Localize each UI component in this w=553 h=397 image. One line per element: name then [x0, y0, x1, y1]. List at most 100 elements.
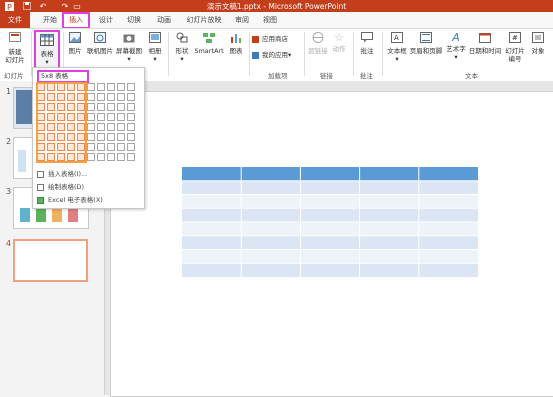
grid-cell[interactable] [127, 153, 135, 161]
table-header-row[interactable] [182, 167, 478, 181]
grid-cell[interactable] [87, 83, 95, 91]
grid-cell[interactable] [127, 113, 135, 121]
table-row[interactable] [182, 194, 478, 209]
table-row[interactable] [182, 222, 478, 236]
grid-cell[interactable] [87, 153, 95, 161]
grid-cell[interactable] [117, 93, 125, 101]
grid-cell[interactable] [117, 83, 125, 91]
table-button[interactable]: 表格 ▾ [34, 30, 60, 69]
grid-cell[interactable] [117, 133, 125, 141]
tab-insert[interactable]: 插入 [62, 12, 90, 29]
table-row[interactable] [182, 180, 478, 195]
slide-number-button[interactable]: # 幻灯片 编号 [503, 32, 527, 63]
tab-file[interactable]: 文件 [0, 12, 30, 28]
picture-icon [66, 32, 84, 45]
grid-cell[interactable] [97, 113, 105, 121]
grid-cell[interactable] [97, 123, 105, 131]
grid-cell[interactable] [87, 143, 95, 151]
table-row[interactable] [182, 208, 478, 222]
grid-cell[interactable] [117, 113, 125, 121]
slide-thumbnail-4[interactable] [13, 239, 88, 282]
grid-cell[interactable] [127, 143, 135, 151]
app-store-button[interactable]: 应用商店 [252, 35, 302, 43]
smartart-button[interactable]: SmartArt [194, 32, 224, 55]
table-icon [36, 34, 58, 48]
table-row[interactable] [182, 235, 478, 250]
chevron-down-icon: ▾ [153, 55, 157, 63]
thumbnail-shape [68, 208, 78, 222]
tab-review[interactable]: 审阅 [232, 14, 252, 26]
grid-cell[interactable] [117, 103, 125, 111]
grid-cell[interactable] [107, 133, 115, 141]
datetime-button[interactable]: 日期和时间 [468, 32, 502, 55]
grid-cell[interactable] [107, 123, 115, 131]
tab-transitions[interactable]: 切换 [124, 14, 144, 26]
object-icon [528, 32, 548, 45]
preview-table[interactable] [182, 167, 478, 277]
grid-cell[interactable] [87, 113, 95, 121]
table-row[interactable] [182, 263, 478, 277]
grid-cell[interactable] [97, 103, 105, 111]
grid-cell[interactable] [107, 113, 115, 121]
grid-cell[interactable] [107, 93, 115, 101]
tab-animations[interactable]: 动画 [152, 14, 176, 26]
slide-number: 4 [6, 239, 12, 248]
wordart-button[interactable]: A 艺术字 ▾ [444, 32, 468, 61]
comment-button[interactable]: 批注 [357, 32, 377, 55]
chevron-down-icon: ▾ [454, 53, 458, 61]
tab-slideshow[interactable]: 幻灯片放映 [184, 14, 224, 26]
online-picture-button[interactable]: 联机图片 [86, 32, 114, 55]
grid-cell[interactable] [97, 143, 105, 151]
chevron-down-icon: ▾ [180, 55, 184, 63]
shapes-button[interactable]: 形状 ▾ [171, 32, 193, 63]
grid-cell[interactable] [117, 153, 125, 161]
grid-cell[interactable] [97, 133, 105, 141]
action-button[interactable]: ☆ 动作 [330, 32, 348, 53]
group-label-comments: 批注 [360, 72, 373, 80]
tab-design[interactable]: 设计 [96, 14, 116, 26]
grid-cell[interactable] [127, 133, 135, 141]
grid-cell[interactable] [127, 123, 135, 131]
tab-home[interactable]: 开始 [40, 14, 60, 26]
svg-text:A: A [394, 34, 399, 42]
tab-view[interactable]: 视图 [260, 14, 280, 26]
grid-cell[interactable] [127, 93, 135, 101]
table-row[interactable] [182, 249, 478, 264]
grid-cell[interactable] [87, 103, 95, 111]
menu-item-insert-table[interactable]: 插入表格(I)... [37, 169, 87, 179]
grid-cell[interactable] [87, 93, 95, 101]
picture-button[interactable]: 图片 [66, 32, 84, 55]
object-button[interactable]: 对象 [528, 32, 548, 55]
hyperlink-button[interactable]: 超链接 [307, 32, 329, 55]
grid-cell[interactable] [127, 83, 135, 91]
grid-cell[interactable] [127, 103, 135, 111]
window-title: 演示文稿1.pptx - Microsoft PowerPoint [206, 2, 347, 11]
slide-number-icon: # [503, 32, 527, 45]
textbox-icon: A [385, 32, 409, 45]
comment-icon [357, 32, 377, 45]
screenshot-button[interactable]: 屏幕截图 ▾ [115, 32, 143, 63]
menu-item-excel-sheet[interactable]: Excel 电子表格(X) [37, 195, 103, 205]
grid-cell[interactable] [107, 103, 115, 111]
grid-cell[interactable] [97, 83, 105, 91]
album-button[interactable]: 相册 ▾ [145, 32, 165, 63]
grid-cell[interactable] [107, 143, 115, 151]
grid-cell[interactable] [87, 133, 95, 141]
grid-cell[interactable] [117, 123, 125, 131]
grid-cell[interactable] [97, 93, 105, 101]
thumbnail-shape [36, 208, 46, 222]
grid-cell[interactable] [87, 123, 95, 131]
separator [304, 32, 305, 76]
textbox-button[interactable]: A 文本框 ▾ [385, 32, 409, 63]
chevron-down-icon: ▾ [288, 51, 292, 59]
menu-item-draw-table[interactable]: 绘制表格(D) [37, 182, 84, 192]
new-slide-button[interactable]: 新建 幻灯片 [4, 32, 26, 64]
grid-cell[interactable] [107, 83, 115, 91]
grid-cell[interactable] [107, 153, 115, 161]
grid-cell[interactable] [117, 143, 125, 151]
grid-cell[interactable] [97, 153, 105, 161]
header-footer-button[interactable]: 页眉和页脚 [409, 32, 443, 55]
chart-button[interactable]: 图表 [226, 32, 246, 55]
new-slide-icon [4, 32, 26, 46]
my-apps-button[interactable]: 我的应用 ▾ [252, 51, 302, 59]
